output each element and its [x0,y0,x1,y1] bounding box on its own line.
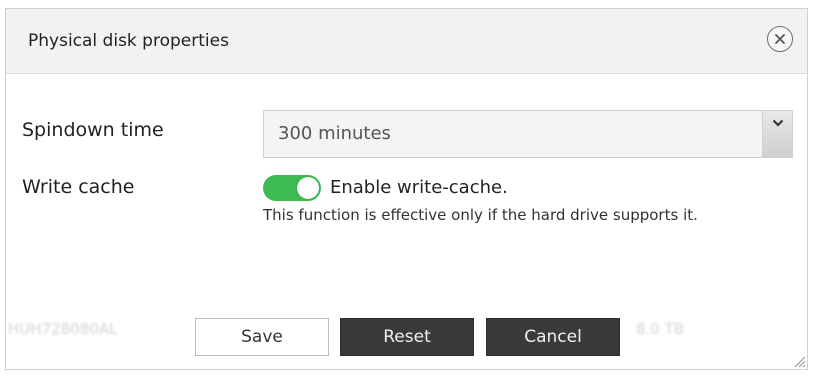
screen: HUH728080AL 8.0 TB Physical disk propert… [0,0,814,376]
write-cache-toggle[interactable] [263,175,321,201]
dialog-title: Physical disk properties [28,31,229,51]
close-button[interactable] [767,26,793,52]
dialog-titlebar: Physical disk properties [5,8,808,74]
toggle-knob [297,177,319,199]
spindown-time-select[interactable]: 300 minutes [263,110,793,158]
save-button[interactable]: Save [195,318,329,356]
spindown-time-value: 300 minutes [278,123,391,144]
cancel-button[interactable]: Cancel [486,318,620,356]
resize-grip-icon[interactable] [790,352,806,368]
spindown-time-label: Spindown time [22,119,164,141]
select-dropdown-button[interactable] [762,111,792,157]
reset-button[interactable]: Reset [340,318,474,356]
chevron-down-icon [772,119,783,127]
write-cache-label: Write cache [22,176,135,198]
close-icon [775,34,785,44]
enable-write-cache-label: Enable write-cache. [330,177,508,198]
write-cache-hint: This function is effective only if the h… [263,206,698,224]
